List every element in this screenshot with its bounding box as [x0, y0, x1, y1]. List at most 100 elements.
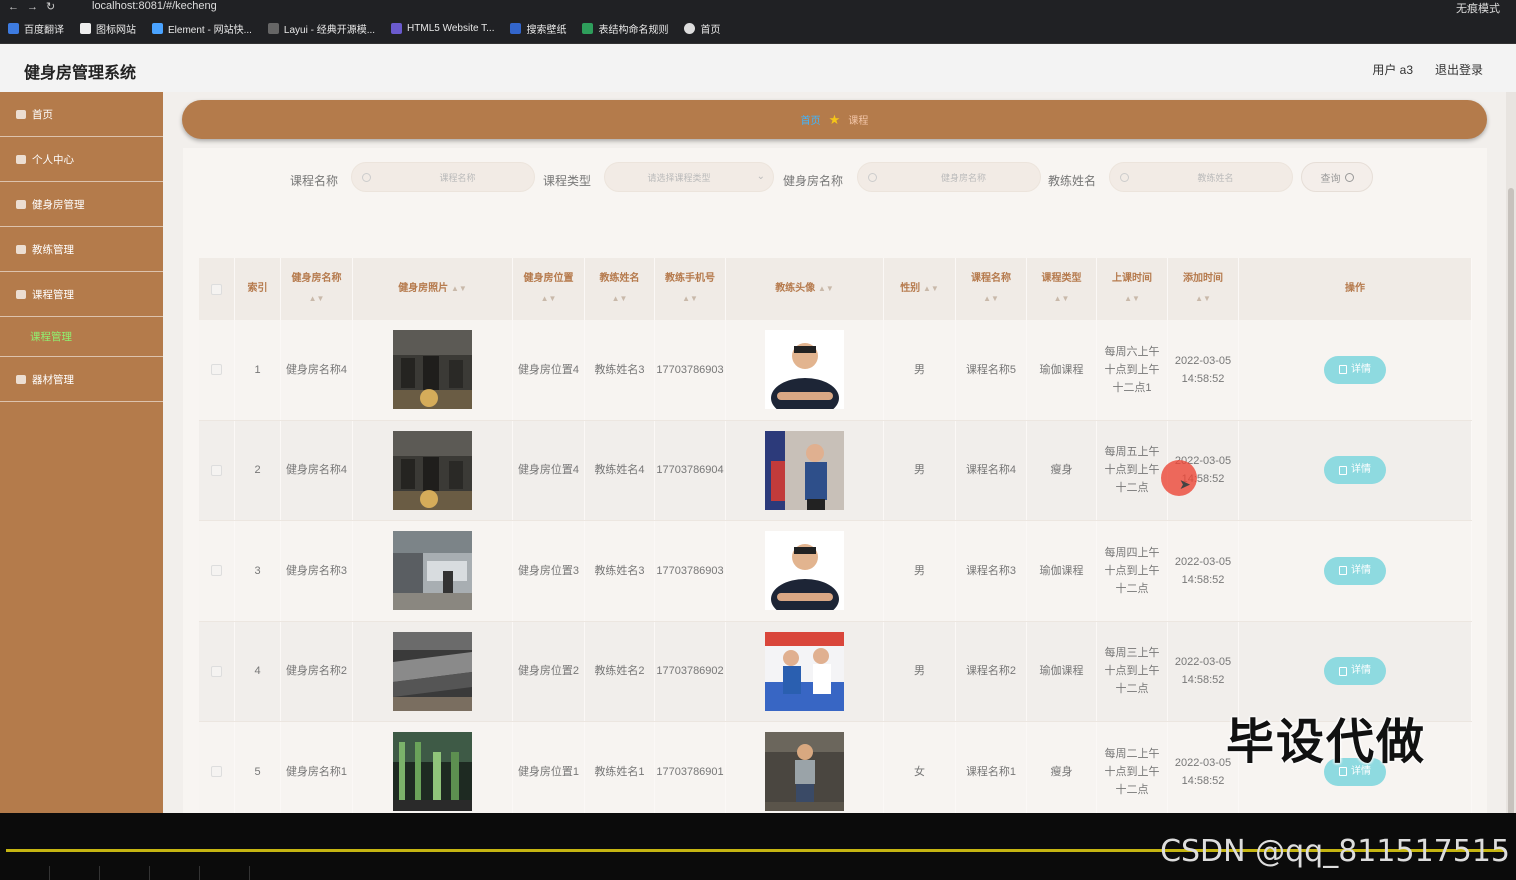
gym-photo[interactable] [393, 531, 472, 611]
app-header: 健身房管理系统 用户 a3 退出登录 [0, 44, 1516, 92]
cell-course-name: 课程名称3 [956, 521, 1027, 621]
bookmark[interactable]: 图标网站 [80, 21, 136, 36]
search-icon [1120, 172, 1129, 182]
sort-icon[interactable]: ▲▼ [292, 289, 342, 309]
bookmark[interactable]: Layui - 经典开源模... [267, 21, 375, 36]
video-controls [0, 866, 260, 880]
col-course-type[interactable]: 课程类型 ▲▼ [1027, 258, 1097, 320]
col-course-name[interactable]: 课程名称 ▲▼ [956, 258, 1027, 320]
video-control[interactable] [100, 866, 150, 880]
detail-button[interactable]: 详情 [1324, 355, 1386, 384]
col-index[interactable]: 索引 [235, 258, 281, 320]
sidebar-item-gym[interactable]: 健身房管理 [0, 182, 163, 227]
coach-avatar[interactable] [765, 330, 844, 410]
cell-index: 3 [235, 521, 281, 621]
cell-coach-name: 教练姓名1 [585, 722, 655, 822]
sort-icon[interactable]: ▲▼ [1112, 289, 1152, 309]
course-name-input[interactable]: 课程名称 [351, 162, 535, 192]
bookmark[interactable]: Element - 网站快... [152, 21, 252, 36]
row-checkbox[interactable] [211, 665, 222, 677]
gym-photo[interactable] [393, 732, 472, 812]
course-name-label: 课程名称 [290, 174, 339, 188]
cell-gym-name: 健身房名称4 [281, 420, 353, 520]
select-all-checkbox[interactable] [211, 283, 222, 295]
course-type-select[interactable]: 请选择课程类型 ⌄ [604, 162, 774, 192]
cell-gender: 女 [884, 722, 956, 822]
row-checkbox[interactable] [211, 565, 222, 577]
cell-course-type: 瘦身 [1027, 420, 1097, 520]
breadcrumb-home[interactable]: 首页 [801, 112, 821, 127]
logout-link[interactable]: 退出登录 [1435, 61, 1483, 78]
bookmark[interactable]: HTML5 Website T... [391, 23, 494, 34]
sort-icon[interactable]: ▲▼ [923, 279, 939, 299]
cell-coach-phone: 17703786902 [655, 621, 726, 721]
sidebar-item-profile[interactable]: 个人中心 [0, 137, 163, 182]
sort-icon[interactable]: ▲▼ [524, 289, 574, 309]
col-actions: 操作 [1239, 258, 1472, 320]
browser-url[interactable]: localhost:8081/#/kecheng [92, 0, 217, 12]
sort-icon[interactable]: ▲▼ [665, 289, 715, 309]
sidebar: 首页 个人中心 健身房管理 教练管理 课程管理 课程管理 器材管理 [0, 92, 163, 813]
sort-icon[interactable]: ▲▼ [818, 279, 834, 299]
cell-class-time: 每周二上午十点到上午十二点 [1097, 722, 1168, 822]
row-checkbox[interactable] [211, 364, 222, 376]
document-icon [1339, 566, 1347, 576]
cell-coach-name: 教练姓名2 [585, 621, 655, 721]
scrollbar-thumb[interactable] [1508, 188, 1514, 848]
user-icon [16, 154, 26, 164]
sort-icon[interactable]: ▲▼ [1042, 289, 1082, 309]
sidebar-item-course[interactable]: 课程管理 [0, 272, 163, 317]
cell-added-time: 2022-03-05 14:58:52 [1168, 521, 1239, 621]
col-coach-avatar[interactable]: 教练头像 ▲▼ [726, 258, 884, 320]
detail-button[interactable]: 详情 [1324, 657, 1386, 686]
col-class-time[interactable]: 上课时间 ▲▼ [1097, 258, 1168, 320]
gym-photo[interactable] [393, 330, 472, 410]
bookmark[interactable]: 表结构命名规则 [582, 21, 668, 36]
query-button[interactable]: 查询 [1301, 162, 1373, 192]
col-gym-name[interactable]: 健身房名称 ▲▼ [281, 258, 353, 320]
gym-photo[interactable] [393, 430, 472, 510]
row-checkbox[interactable] [211, 464, 222, 476]
sort-icon[interactable]: ▲▼ [600, 289, 640, 309]
sidebar-item-equipment[interactable]: 器材管理 [0, 357, 163, 402]
coach-avatar[interactable] [765, 631, 844, 711]
detail-button[interactable]: 详情 [1324, 456, 1386, 485]
sort-icon[interactable]: ▲▼ [971, 289, 1011, 309]
coach-avatar[interactable] [765, 531, 844, 611]
sort-icon[interactable]: ▲▼ [451, 279, 467, 299]
row-checkbox[interactable] [211, 766, 222, 778]
sidebar-item-coach[interactable]: 教练管理 [0, 227, 163, 272]
mouse-cursor-icon: ➤ [1179, 476, 1191, 492]
col-added-time[interactable]: 添加时间 ▲▼ [1168, 258, 1239, 320]
video-control[interactable] [200, 866, 250, 880]
page-scrollbar[interactable] [1506, 92, 1516, 848]
coach-avatar[interactable] [765, 430, 844, 510]
sort-icon[interactable]: ▲▼ [1183, 289, 1223, 309]
app-title: 健身房管理系统 [24, 65, 137, 82]
sidebar-item-home[interactable]: 首页 [0, 92, 163, 137]
detail-button[interactable]: 详情 [1324, 556, 1386, 585]
col-coach-name[interactable]: 教练姓名 ▲▼ [585, 258, 655, 320]
breadcrumb: 首页 ★ 课程 [182, 100, 1487, 139]
gym-name-input[interactable]: 健身房名称 [857, 162, 1041, 192]
col-coach-phone[interactable]: 教练手机号 ▲▼ [655, 258, 726, 320]
browser-nav-icons[interactable]: ←→↻ [8, 0, 63, 13]
cell-course-name: 课程名称1 [956, 722, 1027, 822]
search-icon [362, 172, 371, 182]
col-gym-location[interactable]: 健身房位置 ▲▼ [513, 258, 585, 320]
search-form: 课程名称 课程名称 课程类型 请选择课程类型 ⌄ 健身房名称 健身房名称 教练姓名… [183, 162, 1487, 196]
bookmark[interactable]: 百度翻译 [8, 21, 64, 36]
sidebar-subitem-course-manage[interactable]: 课程管理 [0, 317, 163, 357]
col-gym-photo[interactable]: 健身房照片 ▲▼ [353, 258, 513, 320]
cell-course-name: 课程名称5 [956, 320, 1027, 420]
gym-photo[interactable] [393, 631, 472, 711]
video-control[interactable] [150, 866, 200, 880]
coach-avatar[interactable] [765, 732, 844, 812]
video-control[interactable] [50, 866, 100, 880]
bookmark[interactable]: 搜索壁纸 [510, 21, 566, 36]
col-gender[interactable]: 性别 ▲▼ [884, 258, 956, 320]
bookmark[interactable]: 首页 [684, 21, 720, 36]
coach-name-input[interactable]: 教练姓名 [1109, 162, 1293, 192]
video-control[interactable] [0, 866, 50, 880]
cell-course-type: 瘦身 [1027, 722, 1097, 822]
